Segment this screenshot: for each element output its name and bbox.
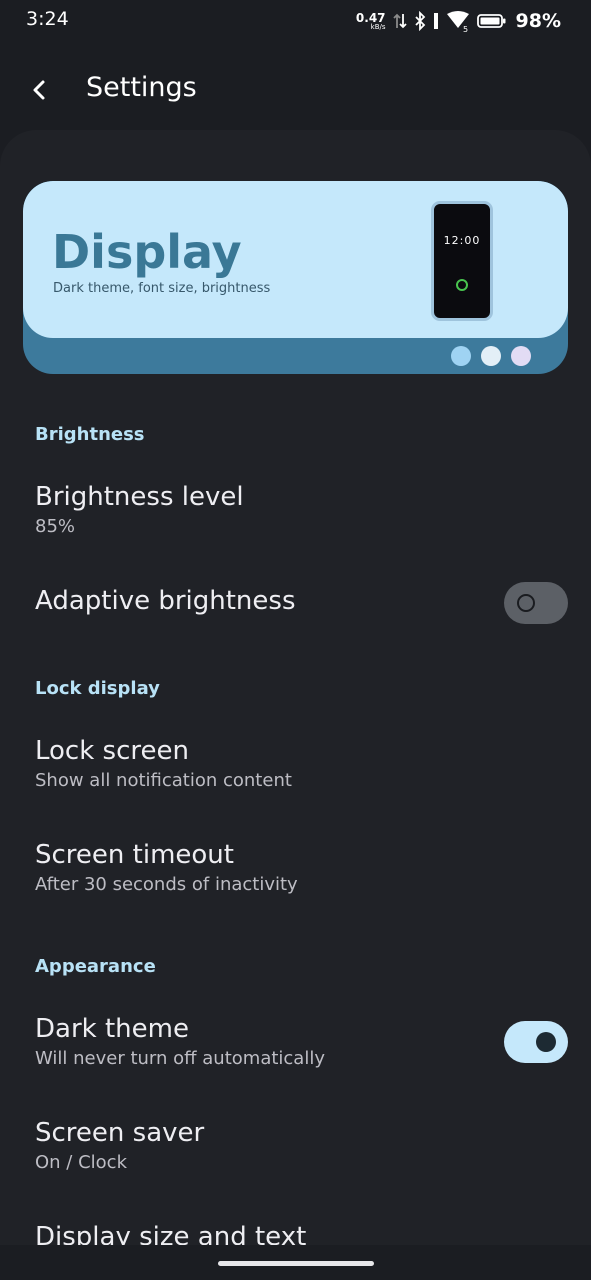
toggle-knob: [536, 1032, 556, 1052]
dark-theme-title: Dark theme: [35, 1014, 189, 1044]
data-arrows-icon: [392, 13, 407, 29]
adaptive-brightness-title: Adaptive brightness: [35, 586, 296, 616]
display-hero-banner: Display Dark theme, font size, brightnes…: [23, 181, 568, 374]
wifi-icon: 5: [446, 11, 469, 32]
screen-timeout-summary: After 30 seconds of inactivity: [35, 874, 298, 895]
brightness-level-title: Brightness level: [35, 482, 244, 512]
screen-saver-summary: On / Clock: [35, 1152, 127, 1173]
back-arrow-icon: [33, 80, 45, 100]
phone-illustration: 12:00: [431, 201, 493, 321]
network-speed-value: 0.47: [355, 10, 386, 25]
lock-screen-title: Lock screen: [35, 736, 189, 766]
lock-screen-summary: Show all notification content: [35, 770, 292, 791]
toggle-knob: [517, 594, 535, 612]
back-button[interactable]: [24, 74, 56, 106]
status-time: 3:24: [26, 8, 69, 30]
section-header-appearance: Appearance: [35, 956, 156, 977]
network-speed: 0.47 kB/s: [356, 12, 386, 31]
fingerprint-icon: [456, 279, 468, 291]
hero-title: Display: [52, 225, 242, 279]
bluetooth-icon: [414, 11, 425, 31]
battery-icon: [476, 14, 506, 28]
section-header-brightness: Brightness: [35, 424, 145, 445]
network-speed-unit: kB/s: [370, 22, 386, 31]
screen-saver-title: Screen saver: [35, 1118, 205, 1148]
hero-dot: [451, 346, 471, 366]
vibrate-icon: [433, 13, 438, 29]
app-bar: Settings: [0, 60, 591, 120]
hero-dot: [481, 346, 501, 366]
dark-theme-summary: Will never turn off automatically: [35, 1048, 325, 1069]
brightness-level-value: 85%: [35, 516, 76, 537]
adaptive-brightness-toggle[interactable]: [504, 582, 568, 624]
status-bar: 3:24 0.47 kB/s 5 98%: [0, 0, 591, 44]
screen-timeout-title: Screen timeout: [35, 840, 234, 870]
page-title: Settings: [86, 72, 197, 103]
dark-theme-toggle[interactable]: [504, 1021, 568, 1063]
hero-card: Display Dark theme, font size, brightnes…: [23, 181, 568, 338]
hero-dot: [511, 346, 531, 366]
section-header-lock-display: Lock display: [35, 678, 160, 699]
phone-clock: 12:00: [443, 234, 481, 247]
gesture-bar[interactable]: [218, 1261, 374, 1266]
battery-percentage: 98%: [515, 10, 561, 32]
hero-subtitle: Dark theme, font size, brightness: [53, 281, 271, 296]
svg-text:5: 5: [463, 25, 468, 32]
hero-dots: [451, 346, 531, 366]
status-icons: 0.47 kB/s 5 98%: [356, 8, 561, 34]
